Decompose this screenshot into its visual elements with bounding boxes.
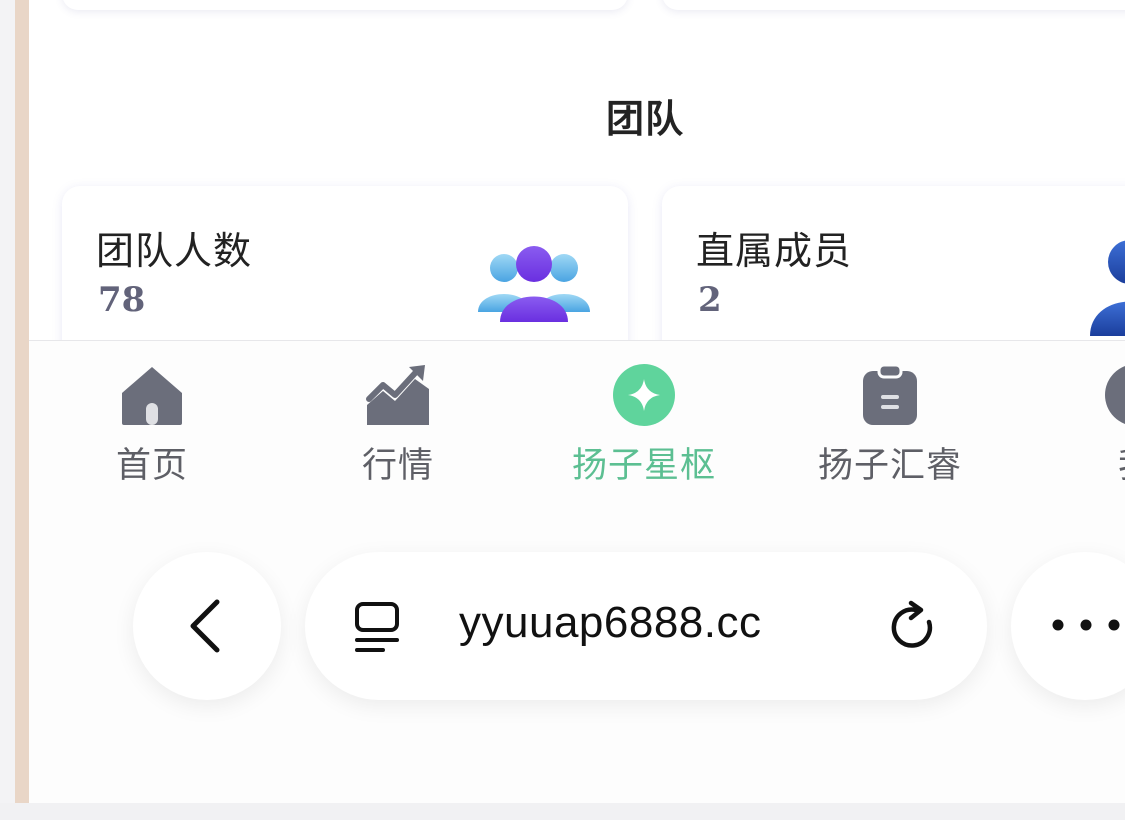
reload-icon[interactable] [889,600,943,656]
team-count-label: 团队人数 [96,229,253,273]
clipboard-icon [863,363,917,425]
tab-hui-rui[interactable]: 扬子汇睿 [790,341,990,503]
chevron-left-icon [190,599,220,653]
more-dots-icon [1052,619,1120,631]
left-edge [0,0,15,803]
tab-star-hub-label: 扬子星枢 [571,446,716,486]
previous-card-left [62,0,628,10]
direct-member-value: 2 [698,280,722,320]
bottom-tab-bar: 首页 行情 扬子星枢 扬子汇睿 我 [29,340,1125,504]
team-count-value: 78 [98,280,146,320]
more-button[interactable] [1011,552,1125,700]
team-group-icon [478,246,590,322]
direct-member-label: 直属成员 [696,229,853,273]
tab-home[interactable]: 首页 [52,341,252,503]
team-section-title: 团队 [605,97,684,141]
bottom-edge [0,803,1125,820]
tab-hui-rui-label: 扬子汇睿 [817,446,962,486]
tab-home-label: 首页 [115,446,188,486]
direct-member-card[interactable]: 直属成员 2 [662,186,1125,340]
previous-card-right [662,0,1125,10]
home-icon [122,367,182,425]
team-count-card[interactable]: 团队人数 78 [62,186,628,340]
window-edge-strip [15,0,29,803]
tab-profile[interactable]: 我 [1036,341,1125,503]
tab-profile-label: 我 [1036,437,1125,488]
star-hub-icon [613,364,675,426]
page-content: 团队 团队人数 78 直属成员 2 [29,0,1125,340]
profile-icon [1105,366,1125,424]
tab-market-label: 行情 [361,446,434,486]
page-summary-icon [355,602,399,652]
member-icon [1090,240,1125,336]
address-bar[interactable]: yyuuap6888.cc [305,552,987,700]
market-chart-icon [366,365,429,425]
back-button[interactable] [133,552,281,700]
url-text: yyuuap6888.cc [459,598,762,647]
browser-toolbar: yyuuap6888.cc [29,503,1125,803]
tab-market[interactable]: 行情 [298,341,498,503]
tab-star-hub[interactable]: 扬子星枢 [544,341,744,503]
